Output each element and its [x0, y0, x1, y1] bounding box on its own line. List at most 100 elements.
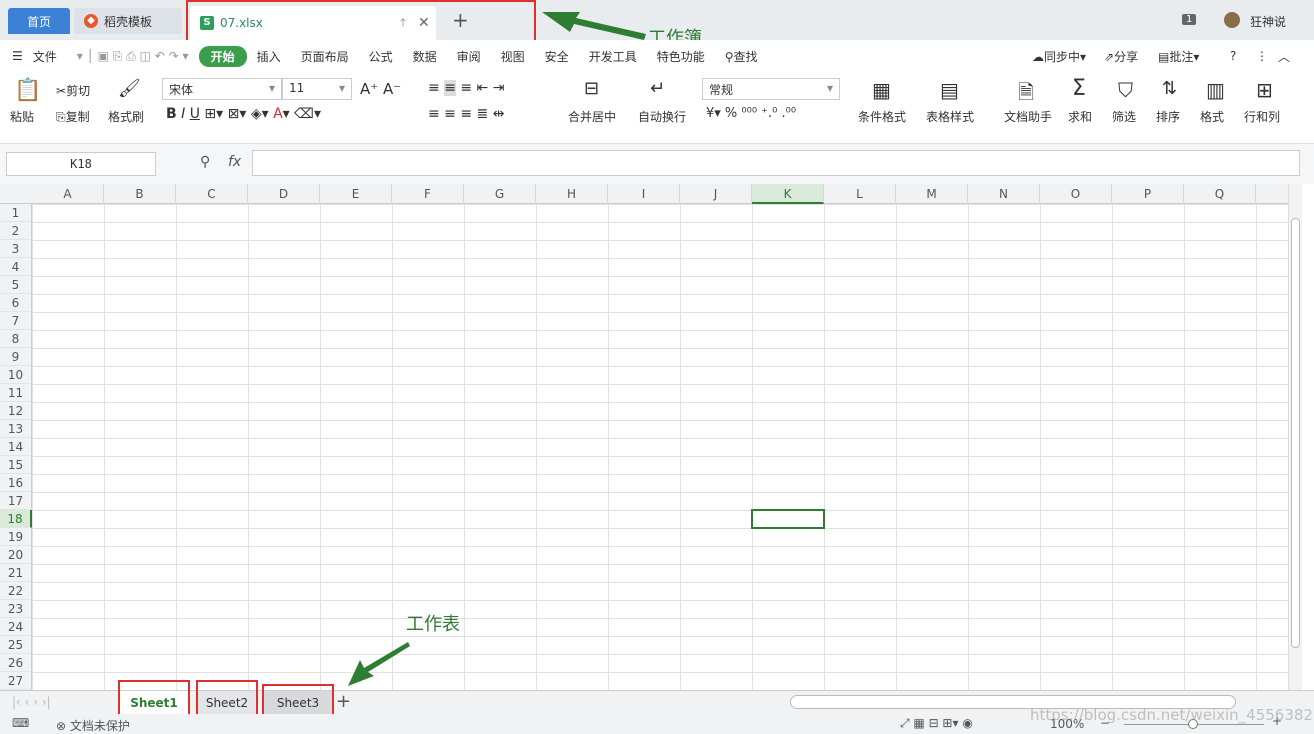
- format-painter-icon[interactable]: 🖌: [118, 78, 141, 99]
- menu-tab-1[interactable]: 插入: [247, 48, 291, 65]
- fx-icon[interactable]: fx: [228, 154, 241, 170]
- merge-center-icon[interactable]: ⊟: [584, 78, 599, 99]
- row-header-20[interactable]: 20: [0, 546, 32, 564]
- vertical-scrollbar[interactable]: [1288, 184, 1302, 690]
- align-horizontal-icons[interactable]: ≡ ≡ ≡ ≣ ⇹: [428, 106, 504, 122]
- table-style-icon[interactable]: ▤: [940, 78, 959, 102]
- menu-tab-2[interactable]: 页面布局: [291, 48, 359, 65]
- sheet-tab-1[interactable]: Sheet1: [118, 691, 190, 715]
- row-header-8[interactable]: 8: [0, 330, 32, 348]
- sync-button[interactable]: ☁同步中▾: [1022, 48, 1096, 65]
- filter-label[interactable]: 筛选: [1112, 108, 1136, 125]
- number-format-icons[interactable]: ¥▾ % ⁰⁰⁰ ⁺.⁰ .⁰⁰: [706, 106, 796, 121]
- row-header-16[interactable]: 16: [0, 474, 32, 492]
- font-name-select[interactable]: 宋体 ▾: [162, 78, 282, 100]
- spreadsheet-grid[interactable]: ABCDEFGHIJKLMNOPQ 1 2 3 4 5 6 7 8 9 10 11 12 13 14 15 1…: [0, 184, 1288, 690]
- merge-center-label[interactable]: 合并居中: [568, 108, 616, 125]
- column-header-G[interactable]: G: [464, 184, 536, 204]
- row-header-3[interactable]: 3: [0, 240, 32, 258]
- menu-tab-0[interactable]: 开始: [198, 45, 247, 67]
- column-header-H[interactable]: H: [536, 184, 608, 204]
- format-painter-label[interactable]: 格式刷: [108, 108, 144, 125]
- protect-status[interactable]: ⊗ 文档未保护: [56, 717, 130, 734]
- vertical-scroll-thumb[interactable]: [1291, 218, 1300, 648]
- filter-icon[interactable]: ⛉: [1118, 78, 1133, 102]
- row-header-4[interactable]: 4: [0, 258, 32, 276]
- column-header-P[interactable]: P: [1112, 184, 1184, 204]
- menu-file[interactable]: 文件: [33, 48, 67, 65]
- add-tab-button[interactable]: +: [452, 8, 469, 32]
- copy-button[interactable]: ⎘复制: [56, 108, 90, 125]
- name-box[interactable]: K18: [6, 152, 156, 176]
- doc-helper-label[interactable]: 文档助手: [1004, 108, 1052, 125]
- macro-icon[interactable]: ⌨: [12, 716, 29, 730]
- row-header-21[interactable]: 21: [0, 564, 32, 582]
- sheet-tab-3[interactable]: Sheet3: [262, 691, 334, 715]
- row-header-14[interactable]: 14: [0, 438, 32, 456]
- row-header-22[interactable]: 22: [0, 582, 32, 600]
- menu-tab-6[interactable]: 视图: [491, 48, 535, 65]
- row-header-13[interactable]: 13: [0, 420, 32, 438]
- column-header-I[interactable]: I: [608, 184, 680, 204]
- search-button[interactable]: ⚲查找: [715, 48, 768, 65]
- tab-home[interactable]: 首页: [8, 8, 70, 34]
- row-header-1[interactable]: 1: [0, 204, 32, 222]
- column-header-K[interactable]: K: [752, 184, 824, 204]
- cond-format-label[interactable]: 条件格式: [858, 108, 906, 125]
- row-header-9[interactable]: 9: [0, 348, 32, 366]
- column-header-Q[interactable]: Q: [1184, 184, 1256, 204]
- row-header-19[interactable]: 19: [0, 528, 32, 546]
- row-header-2[interactable]: 2: [0, 222, 32, 240]
- share-button[interactable]: ⇗分享: [1094, 48, 1148, 65]
- row-header-15[interactable]: 15: [0, 456, 32, 474]
- sum-label[interactable]: 求和: [1068, 108, 1092, 125]
- column-header-L[interactable]: L: [824, 184, 896, 204]
- sheet-tab-2[interactable]: Sheet2: [196, 691, 258, 715]
- row-header-17[interactable]: 17: [0, 492, 32, 510]
- font-size-select[interactable]: 11 ▾: [282, 78, 352, 100]
- number-format-select[interactable]: 常规 ▾: [702, 78, 840, 100]
- paste-label[interactable]: 粘贴: [10, 108, 34, 125]
- row-col-label[interactable]: 行和列: [1244, 108, 1280, 125]
- menu-tab-3[interactable]: 公式: [359, 48, 403, 65]
- column-header-B[interactable]: B: [104, 184, 176, 204]
- conditional-format-icon[interactable]: ▦: [872, 78, 891, 102]
- quick-access-icons[interactable]: ▾ │ ▣ ⎘ ⎙ ◫ ↶ ↷ ▾: [67, 49, 199, 64]
- hamburger-icon[interactable]: ☰: [0, 49, 33, 63]
- row-header-26[interactable]: 26: [0, 654, 32, 672]
- column-header-O[interactable]: O: [1040, 184, 1112, 204]
- menu-tab-9[interactable]: 特色功能: [647, 48, 715, 65]
- row-col-icon[interactable]: ⊞: [1256, 78, 1273, 102]
- column-header-E[interactable]: E: [320, 184, 392, 204]
- add-sheet-button[interactable]: +: [336, 691, 351, 712]
- column-header-N[interactable]: N: [968, 184, 1040, 204]
- row-header-11[interactable]: 11: [0, 384, 32, 402]
- doc-helper-icon[interactable]: 🗎: [1018, 78, 1034, 112]
- table-style-label[interactable]: 表格样式: [926, 108, 974, 125]
- row-header-18[interactable]: 18: [0, 510, 32, 528]
- menu-tab-5[interactable]: 审阅: [447, 48, 491, 65]
- sum-icon[interactable]: Σ: [1072, 76, 1086, 101]
- user-name[interactable]: 狂神说: [1250, 13, 1286, 30]
- row-header-25[interactable]: 25: [0, 636, 32, 654]
- column-header-A[interactable]: A: [32, 184, 104, 204]
- row-header-24[interactable]: 24: [0, 618, 32, 636]
- row-header-23[interactable]: 23: [0, 600, 32, 618]
- cut-button[interactable]: ✂剪切: [56, 82, 90, 99]
- tab-file[interactable]: S 07.xlsx ↑ ✕: [190, 6, 436, 40]
- tab-template[interactable]: ◆ 稻壳模板: [74, 8, 182, 34]
- row-header-7[interactable]: 7: [0, 312, 32, 330]
- row-header-12[interactable]: 12: [0, 402, 32, 420]
- menu-tab-8[interactable]: 开发工具: [579, 48, 647, 65]
- row-header-10[interactable]: 10: [0, 366, 32, 384]
- column-header-D[interactable]: D: [248, 184, 320, 204]
- collapse-icon[interactable]: ︿: [1268, 48, 1300, 65]
- format-icon[interactable]: ▥: [1206, 78, 1225, 102]
- column-header-M[interactable]: M: [896, 184, 968, 204]
- avatar[interactable]: [1224, 12, 1240, 28]
- paste-icon[interactable]: 📋: [14, 78, 41, 103]
- wrap-text-label[interactable]: 自动换行: [638, 108, 686, 125]
- close-icon[interactable]: ✕: [418, 15, 430, 31]
- comment-button[interactable]: ▤批注▾: [1148, 48, 1209, 65]
- format-label[interactable]: 格式: [1200, 108, 1224, 125]
